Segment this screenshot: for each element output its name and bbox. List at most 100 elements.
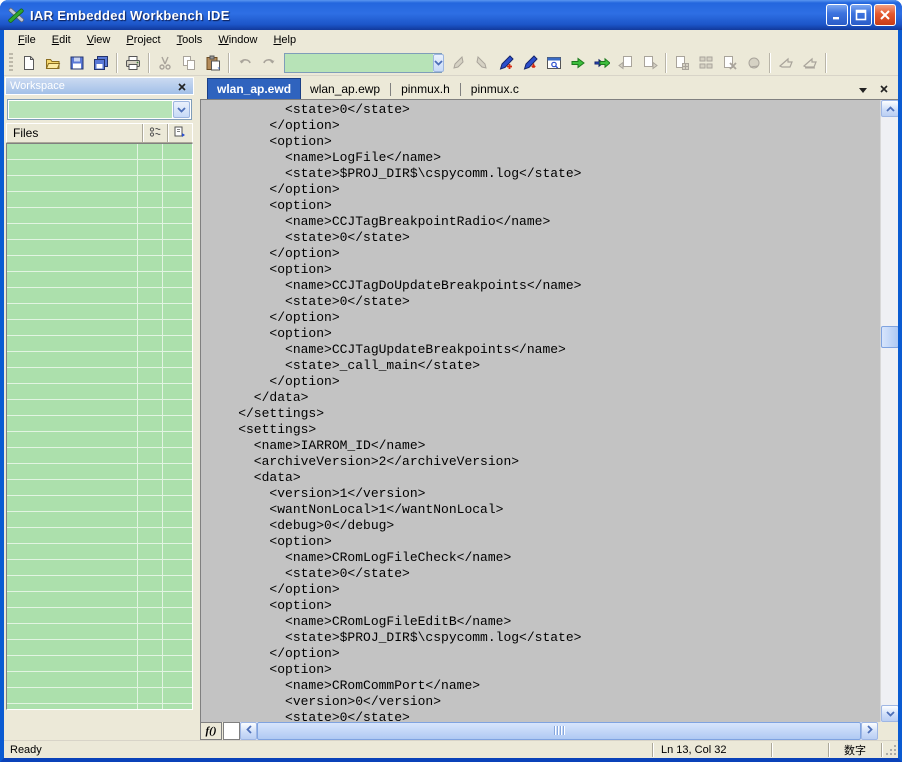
toolbar-separator — [148, 52, 149, 73]
batch-build-icon — [698, 55, 714, 71]
chevron-down-icon — [177, 104, 186, 116]
scroll-up-button[interactable] — [881, 100, 898, 117]
find-combobox[interactable] — [284, 52, 444, 73]
scroll-thumb-grip — [554, 726, 564, 735]
find-next-button — [470, 52, 493, 74]
tab-pinmux-h[interactable]: pinmux.h — [392, 79, 459, 99]
go-to-bookmark-icon — [522, 54, 538, 71]
menu-help[interactable]: Help — [265, 31, 304, 49]
tab-wlan-ap-ewp[interactable]: wlan_ap.ewp — [301, 79, 389, 99]
horizontal-scroll-thumb[interactable] — [257, 722, 861, 740]
new-document-button[interactable] — [17, 52, 40, 74]
workspace-caption-bar: Workspace — [5, 77, 194, 95]
main-toolbar — [4, 50, 898, 76]
open-file-button[interactable] — [41, 52, 64, 74]
menu-view[interactable]: View — [79, 31, 119, 49]
status-empty-cell — [772, 741, 828, 758]
go-with-arguments-icon — [594, 55, 610, 71]
editor-panel: wlan_ap.ewd wlan_ap.ewp pinmux.h pinmux.… — [200, 76, 898, 740]
batch-build-button — [694, 52, 717, 74]
workspace-file-list[interactable] — [6, 143, 193, 710]
go-with-arguments-button[interactable] — [590, 52, 613, 74]
close-button[interactable] — [874, 4, 896, 26]
undo-icon — [237, 55, 253, 71]
horizontal-scrollbar[interactable] — [240, 722, 878, 740]
menu-edit[interactable]: Edit — [44, 31, 79, 49]
find-combo-input[interactable] — [285, 53, 433, 72]
save-icon — [69, 55, 85, 71]
column-divider — [137, 144, 138, 709]
paste-icon — [205, 55, 221, 71]
workspace-caption-label: Workspace — [10, 80, 65, 92]
copy-icon — [181, 55, 197, 71]
find-next-icon — [474, 55, 490, 71]
paste-button[interactable] — [201, 52, 224, 74]
maximize-button[interactable] — [850, 4, 872, 26]
menu-bar: File Edit View Project Tools Window Help — [4, 30, 898, 50]
editor-tab-bar: wlan_ap.ewd wlan_ap.ewp pinmux.h pinmux.… — [200, 76, 898, 99]
chevron-left-icon — [245, 725, 252, 737]
find-in-files-icon — [546, 55, 562, 71]
previous-statement-icon — [617, 55, 634, 71]
next-statement-button — [638, 52, 661, 74]
go-to-bookmark-button[interactable] — [518, 52, 541, 74]
vertical-scroll-thumb[interactable] — [881, 326, 898, 348]
close-document-button[interactable] — [877, 82, 890, 95]
chevron-up-icon — [885, 103, 895, 115]
editor-text-area[interactable]: <state>0</state> </option> <option> <nam… — [200, 99, 898, 722]
chevron-down-icon — [858, 81, 867, 96]
tab-wlan-ap-ewd[interactable]: wlan_ap.ewd — [207, 78, 302, 99]
tab-pinmux-c[interactable]: pinmux.c — [462, 79, 528, 99]
save-button[interactable] — [65, 52, 88, 74]
workspace-panel: Workspace Files — [4, 76, 196, 740]
app-icon — [8, 7, 25, 24]
cut-button — [153, 52, 176, 74]
toolbar-separator — [769, 52, 770, 73]
toolbar-grip[interactable] — [9, 52, 13, 73]
find-combo-dropdown-button[interactable] — [433, 53, 444, 72]
tab-separator — [390, 83, 392, 96]
workspace-close-button[interactable] — [175, 79, 189, 93]
print-button[interactable] — [121, 52, 144, 74]
debug-without-downloading-button — [798, 52, 821, 74]
workspace-config-combobox[interactable] — [7, 99, 192, 120]
download-and-debug-icon — [778, 55, 794, 71]
scroll-right-button[interactable] — [861, 722, 878, 740]
menu-file[interactable]: File — [10, 31, 44, 49]
menu-tools[interactable]: Tools — [169, 31, 211, 49]
chevron-down-icon — [885, 708, 895, 720]
menu-window[interactable]: Window — [210, 31, 265, 49]
minimize-button[interactable] — [826, 4, 848, 26]
cursor-position: Ln 13, Col 32 — [661, 743, 727, 756]
open-file-icon — [45, 55, 61, 71]
scroll-left-button[interactable] — [240, 722, 257, 740]
files-column-header[interactable]: Files — [6, 123, 193, 143]
undo-button — [233, 52, 256, 74]
find-in-files-button[interactable] — [542, 52, 565, 74]
editor-margin-toggle-button[interactable] — [223, 722, 240, 740]
vertical-scrollbar[interactable] — [880, 100, 898, 722]
tab-separator — [459, 83, 461, 96]
stop-build-button — [718, 52, 741, 74]
cut-icon — [157, 55, 173, 71]
save-all-icon — [93, 55, 109, 71]
tab-list-button[interactable] — [856, 82, 869, 95]
chevron-down-icon — [434, 57, 443, 69]
build-status-column-header[interactable] — [167, 124, 192, 142]
app-window: IAR Embedded Workbench IDE File Edit Vie… — [0, 0, 902, 762]
workspace-combo-dropdown-button[interactable] — [173, 101, 190, 118]
go-icon — [570, 55, 586, 71]
new-document-icon — [21, 55, 37, 71]
menu-project[interactable]: Project — [118, 31, 168, 49]
editor-code[interactable]: <state>0</state> </option> <option> <nam… — [207, 102, 879, 722]
resize-grip[interactable] — [882, 741, 898, 758]
toggle-bookmark-button[interactable] — [494, 52, 517, 74]
scroll-down-button[interactable] — [881, 705, 898, 722]
build-status-icon — [174, 126, 186, 141]
redo-button — [257, 52, 280, 74]
save-all-button[interactable] — [89, 52, 112, 74]
go-button[interactable] — [566, 52, 589, 74]
file-status-column-header[interactable] — [142, 124, 167, 142]
main-area: Workspace Files wlan_ap.ewd wlan_ap.ewp … — [4, 76, 898, 740]
function-list-button[interactable]: f() — [200, 722, 222, 740]
